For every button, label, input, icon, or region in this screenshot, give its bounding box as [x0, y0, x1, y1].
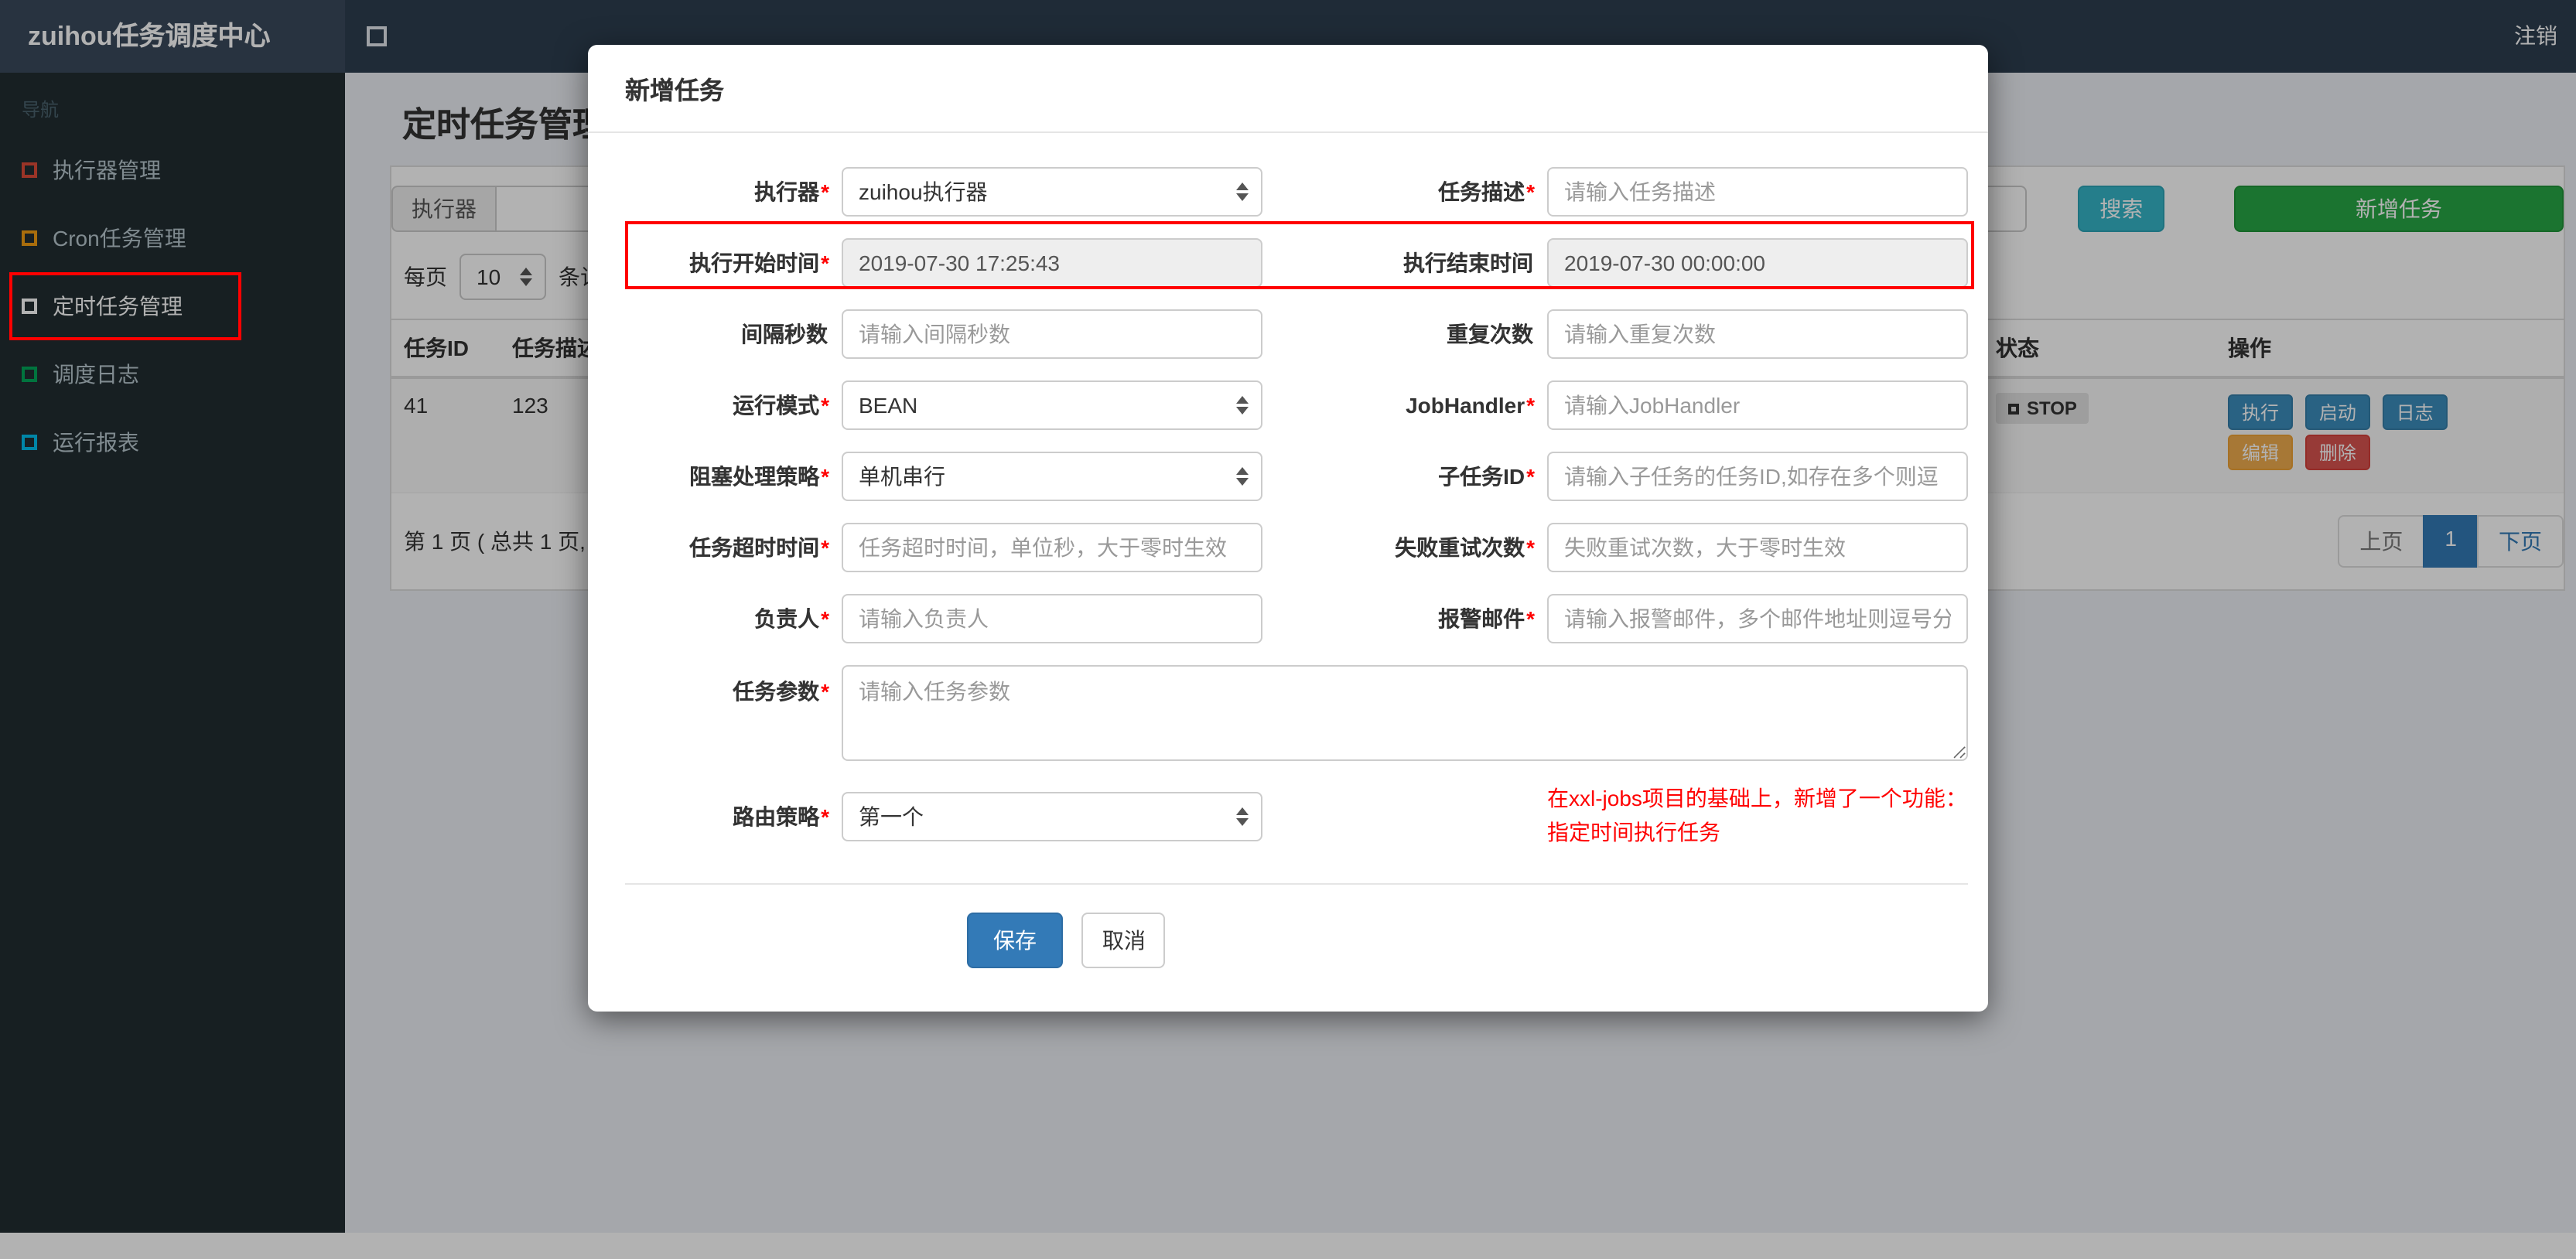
save-button[interactable]: 保存 — [967, 913, 1063, 969]
modal-body: 执行器* zuihou执行器 任务描述* 执行开始时间* 执行结束时间 间隔秒数… — [588, 133, 1988, 885]
jobhandler-label: JobHandler * — [1406, 393, 1535, 418]
block-strategy-label: 阻塞处理策略 * — [689, 464, 829, 489]
jobhandler-input[interactable] — [1547, 380, 1968, 430]
modal-footer: 保存 取消 — [588, 885, 1988, 1012]
task-desc-label: 任务描述 * — [1438, 179, 1535, 204]
select-caret-icon — [1236, 183, 1249, 201]
task-param-textarea[interactable] — [842, 665, 1968, 761]
app-viewport: zuihou任务调度中心 注销 导航 执行器管理 Cron任务管理 定时任务管理… — [0, 0, 2576, 1259]
start-time-input[interactable] — [842, 238, 1262, 288]
owner-input[interactable] — [842, 594, 1262, 643]
executor-label: 执行器 * — [754, 179, 829, 204]
cancel-button[interactable]: 取消 — [1081, 913, 1166, 969]
retry-count-label: 失败重试次数 * — [1395, 535, 1535, 560]
retry-count-input[interactable] — [1547, 523, 1968, 572]
task-param-label: 任务参数 * — [733, 679, 829, 704]
modal-divider — [625, 883, 1968, 885]
owner-label: 负责人 * — [754, 606, 829, 631]
run-mode-label: 运行模式 * — [733, 393, 829, 418]
add-task-form: 执行器* zuihou执行器 任务描述* 执行开始时间* 执行结束时间 间隔秒数… — [625, 167, 1968, 885]
select-caret-icon — [1236, 396, 1249, 415]
route-strategy-select[interactable]: 第一个 — [842, 791, 1262, 841]
child-task-input[interactable] — [1547, 452, 1968, 501]
start-time-label: 执行开始时间 * — [689, 251, 829, 275]
repeat-count-label: 重复次数 — [1447, 322, 1533, 346]
modal-title: 新增任务 — [588, 45, 1988, 133]
end-time-input[interactable] — [1547, 238, 1968, 288]
block-strategy-select[interactable]: 单机串行 — [842, 452, 1262, 501]
feature-note: 在xxl-jobs项目的基础上，新增了一个功能： 指定时间执行任务 — [1547, 786, 1967, 844]
alarm-email-input[interactable] — [1547, 594, 1968, 643]
select-caret-icon — [1236, 807, 1249, 826]
interval-label: 间隔秒数 — [741, 322, 828, 346]
route-strategy-label: 路由策略 * — [733, 804, 829, 829]
alarm-email-label: 报警邮件 * — [1438, 606, 1535, 631]
select-caret-icon — [1236, 467, 1249, 486]
executor-select[interactable]: zuihou执行器 — [842, 167, 1262, 217]
timeout-input[interactable] — [842, 523, 1262, 572]
interval-input[interactable] — [842, 309, 1262, 359]
child-task-label: 子任务ID * — [1438, 464, 1535, 489]
repeat-count-input[interactable] — [1547, 309, 1968, 359]
task-desc-input[interactable] — [1547, 167, 1968, 217]
end-time-label: 执行结束时间 — [1403, 251, 1533, 275]
add-task-modal: 新增任务 执行器* zuihou执行器 任务描述* 执行开始时间* 执行结束时间… — [588, 45, 1988, 1012]
timeout-label: 任务超时时间 * — [689, 535, 829, 560]
run-mode-select[interactable]: BEAN — [842, 380, 1262, 430]
